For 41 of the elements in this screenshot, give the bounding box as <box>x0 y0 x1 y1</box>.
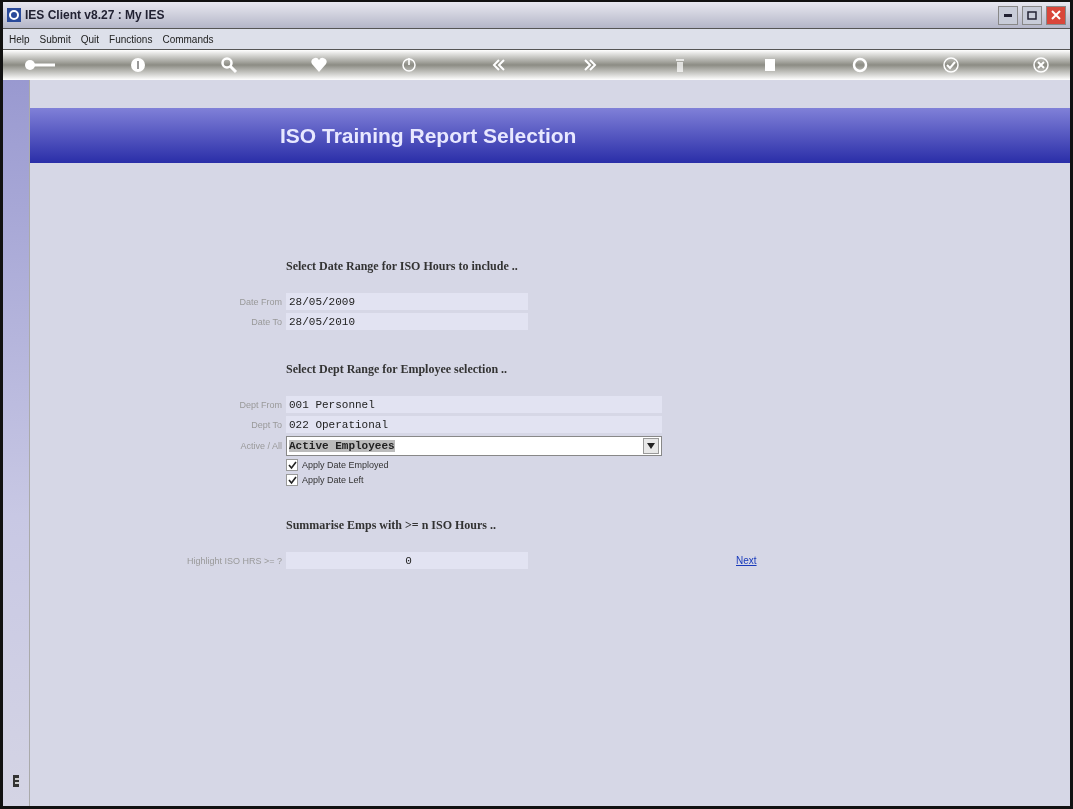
info-icon[interactable] <box>129 56 148 74</box>
window-title: IES Client v8.27 : My IES <box>25 8 165 22</box>
input-field[interactable]: 022 Operational <box>286 416 662 433</box>
search-icon[interactable] <box>219 56 238 74</box>
caret-icon <box>647 443 655 449</box>
maximize-icon <box>1027 10 1037 20</box>
field-label: Highlight ISO HRS >= ? <box>186 555 283 566</box>
menu-item[interactable]: Functions <box>109 33 153 45</box>
checkbox[interactable] <box>286 459 298 471</box>
input-field[interactable]: 001 Personnel <box>286 396 662 413</box>
field-label: Dept To <box>251 419 283 430</box>
check-icon[interactable] <box>941 56 960 74</box>
section-heading: Select Dept Range for Employee selection .. <box>286 362 509 377</box>
close-icon <box>1051 10 1061 20</box>
field-label: Date To <box>251 316 283 327</box>
field-label: Dept From <box>239 399 283 410</box>
minimize-icon <box>1004 13 1012 17</box>
close-button[interactable] <box>1046 5 1066 25</box>
input-field[interactable]: 28/05/2009 <box>286 293 528 310</box>
next-link[interactable]: Next <box>736 555 757 566</box>
menu-item[interactable]: Quit <box>80 33 100 45</box>
section-heading: Select Date Range for ISO Hours to include .. <box>286 259 519 274</box>
checkbox[interactable] <box>286 474 298 486</box>
input-field[interactable]: 0 <box>286 552 528 569</box>
input-field[interactable]: 28/05/2010 <box>286 313 528 330</box>
checkbox-label: Apply Date Employed <box>302 460 389 470</box>
maximize-button[interactable] <box>1022 5 1042 25</box>
heart-icon[interactable] <box>309 56 328 74</box>
power-icon[interactable] <box>400 56 419 74</box>
field-label: Date From <box>239 296 283 307</box>
checkbox-label: Apply Date Left <box>302 475 364 485</box>
menu-item[interactable]: Help <box>9 33 30 45</box>
menu-item[interactable]: Commands <box>162 33 214 45</box>
app-icon <box>7 8 21 22</box>
minimize-button[interactable] <box>998 5 1018 25</box>
section-heading: Summarise Emps with >= n ISO Hours .. <box>286 518 498 533</box>
dropdown[interactable]: Active Employees <box>286 436 662 456</box>
page-title: ISO Training Report Selection <box>280 123 577 148</box>
menu-item[interactable]: Submit <box>39 33 71 45</box>
field-label: Active / All <box>240 441 283 451</box>
close-icon[interactable] <box>1031 56 1050 74</box>
